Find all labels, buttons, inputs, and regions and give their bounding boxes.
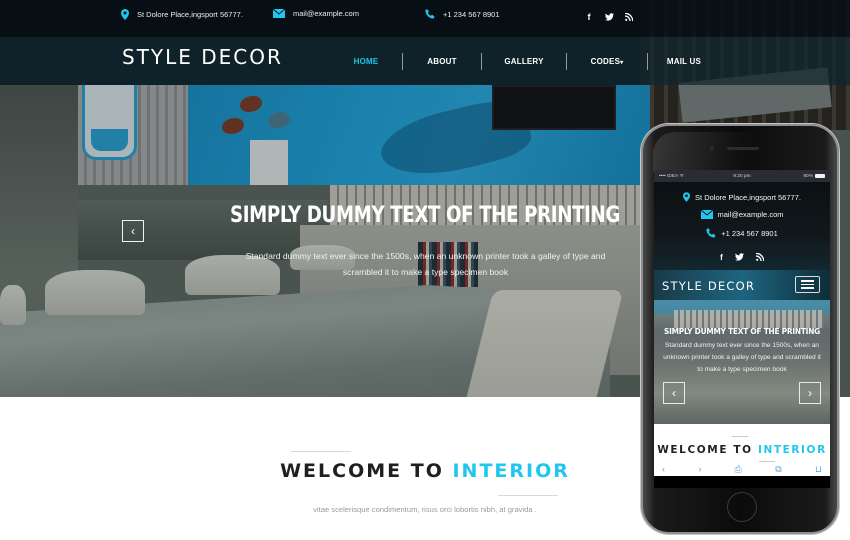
browser-bookmarks-icon[interactable]: ⧉ [775, 464, 781, 475]
mobile-email: mail@example.com [654, 210, 830, 219]
nav-home[interactable]: HOME [330, 57, 402, 66]
envelope-icon [273, 9, 285, 18]
mobile-welcome-heading: WELCOME TO INTERIOR [654, 444, 830, 456]
mobile-phone-text: +1 234 567 8901 [721, 228, 778, 238]
hero-title: SIMPLY DUMMY TEXT OF THE PRINTING [230, 203, 620, 228]
status-time: 9:20 pm [733, 173, 751, 179]
chevron-right-icon: › [808, 386, 812, 400]
mobile-info-bar: St Dolore Place,ingsport 56777. mail@exa… [654, 182, 830, 270]
mobile-address-text: St Dolore Place,ingsport 56777. [695, 192, 801, 202]
welcome-subtitle: vitae scelerisque condimentum, risus orc… [313, 505, 537, 514]
main-navbar: STYLE DECOR HOME ABOUT GALLERY CODES▾ MA… [0, 37, 850, 85]
nav-mail-us[interactable]: MAIL US [648, 57, 720, 66]
main-nav: HOME ABOUT GALLERY CODES▾ MAIL US [330, 37, 720, 85]
email-link[interactable]: mail@example.com [293, 9, 359, 18]
mobile-slider-next-button[interactable]: › [799, 382, 821, 404]
nav-about[interactable]: ABOUT [403, 57, 481, 66]
chevron-left-icon: ‹ [131, 224, 135, 238]
facebook-icon[interactable]: f [720, 253, 723, 263]
nav-codes-label: CODES [590, 56, 621, 66]
menu-bar [801, 283, 814, 286]
welcome-heading: WELCOME TO INTERIOR [250, 460, 600, 482]
mobile-hero-title: SIMPLY DUMMY TEXT OF THE PRINTING [663, 326, 821, 336]
phone-speaker [727, 147, 759, 150]
envelope-icon [700, 210, 713, 219]
facebook-icon[interactable]: f [584, 12, 594, 22]
map-pin-icon [121, 9, 129, 20]
decorative-line [498, 495, 558, 496]
phone-text: +1 234 567 8901 [443, 9, 500, 19]
phone-icon [706, 228, 716, 238]
phone-glare [653, 132, 753, 172]
phone-info: +1 234 567 8901 [425, 9, 500, 19]
mobile-slider-prev-button[interactable]: ‹ [663, 382, 685, 404]
address-info: St Dolore Place,ingsport 56777. [121, 9, 243, 20]
menu-bar [801, 287, 814, 289]
map-pin-icon [683, 192, 691, 202]
phone-mockup: •••• IDEA ᯤ 9:20 pm 90% St Dolore Place,… [641, 124, 839, 534]
chevron-left-icon: ‹ [672, 386, 676, 400]
address-text: St Dolore Place,ingsport 56777. [137, 10, 243, 19]
mobile-address: St Dolore Place,ingsport 56777. [654, 192, 830, 202]
browser-tabs-icon[interactable]: ⊔ [815, 464, 822, 475]
mobile-welcome-plain: WELCOME TO [657, 444, 753, 456]
phone-screen: •••• IDEA ᯤ 9:20 pm 90% St Dolore Place,… [654, 170, 830, 488]
social-links: f [584, 12, 634, 22]
nav-codes-dropdown[interactable]: CODES▾ [567, 57, 647, 66]
welcome-heading-accent: INTERIOR [452, 460, 570, 482]
mobile-phone: +1 234 567 8901 [654, 228, 830, 238]
browser-toolbar: ‹ › ⎙ ⧉ ⊔ [654, 462, 830, 476]
slider-prev-button[interactable]: ‹ [122, 220, 144, 242]
welcome-heading-plain: WELCOME TO [280, 460, 444, 482]
phone-icon [425, 9, 435, 19]
nav-gallery[interactable]: GALLERY [482, 57, 566, 66]
phone-bottom-bezel [654, 476, 830, 488]
mobile-social-links: f [654, 252, 830, 263]
menu-bar [801, 280, 814, 282]
twitter-icon[interactable] [734, 253, 744, 263]
mobile-navbar: STYLE DECOR [654, 270, 830, 300]
hamburger-menu-button[interactable] [795, 276, 820, 293]
hero-description: Standard dummy text ever since the 1500s… [245, 251, 606, 277]
rss-icon[interactable] [624, 12, 634, 22]
mobile-hero-description: Standard dummy text ever since the 1500s… [663, 342, 821, 373]
mobile-hero-slider: SIMPLY DUMMY TEXT OF THE PRINTING Standa… [654, 300, 830, 424]
phone-camera [709, 146, 714, 151]
browser-share-icon[interactable]: ⎙ [735, 464, 742, 475]
rss-icon[interactable] [755, 252, 765, 263]
mobile-welcome-accent: INTERIOR [757, 444, 827, 456]
phone-status-bar: •••• IDEA ᯤ 9:20 pm 90% [654, 170, 830, 182]
site-logo[interactable]: STYLE DECOR [122, 45, 283, 69]
caret-down-icon: ▾ [620, 59, 624, 66]
browser-forward-icon[interactable]: › [698, 464, 701, 474]
twitter-icon[interactable] [604, 12, 614, 22]
decorative-line [732, 436, 748, 437]
mobile-site-logo[interactable]: STYLE DECOR [662, 279, 755, 293]
browser-back-icon[interactable]: ‹ [662, 464, 665, 474]
decorative-line [291, 451, 351, 452]
email-info: mail@example.com [273, 9, 359, 18]
mobile-email-link[interactable]: mail@example.com [718, 210, 784, 219]
top-info-bar: St Dolore Place,ingsport 56777. mail@exa… [0, 0, 850, 37]
phone-home-button[interactable] [727, 492, 757, 522]
